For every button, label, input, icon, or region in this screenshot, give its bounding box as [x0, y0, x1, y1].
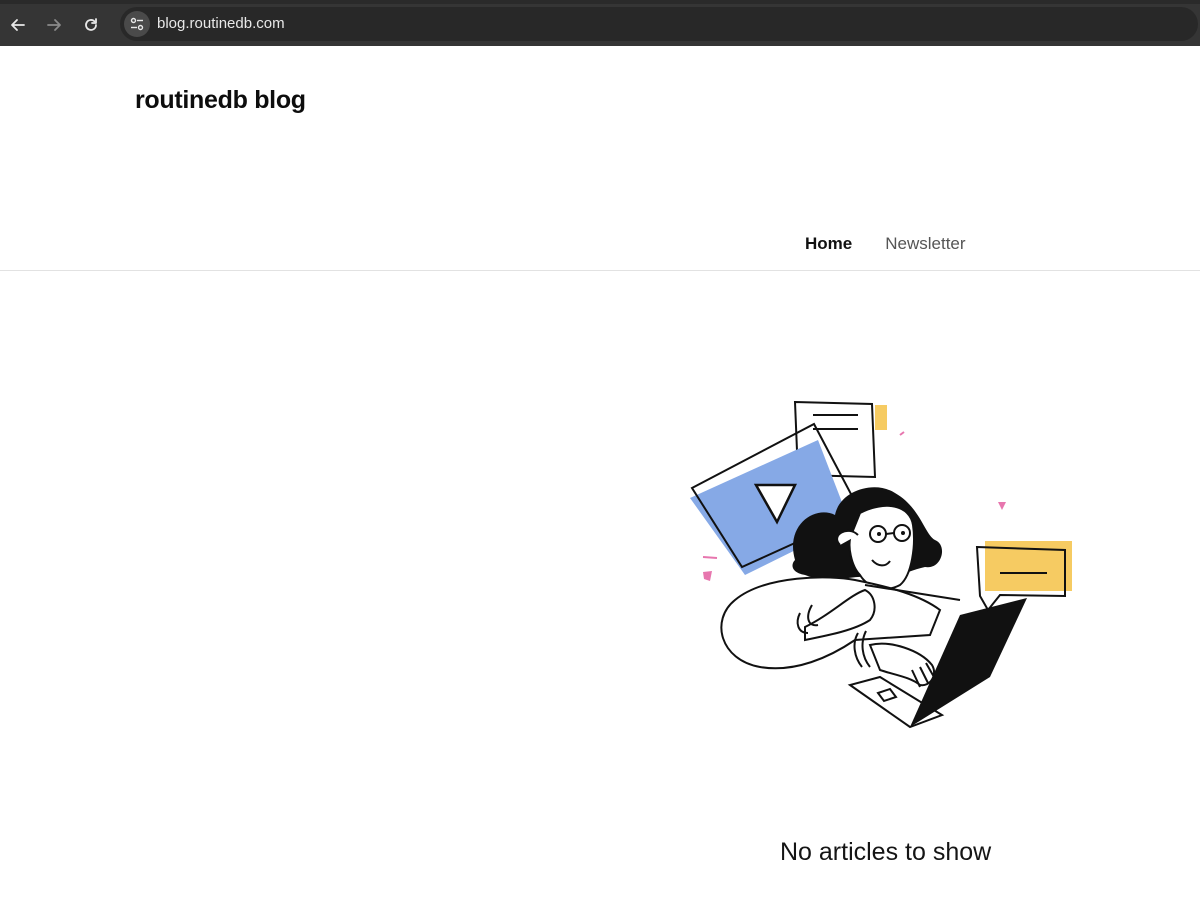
empty-state-message: No articles to show [780, 838, 992, 866]
site-title[interactable]: routinedb blog [135, 86, 306, 115]
browser-toolbar: blog.routinedb.com [0, 0, 1200, 46]
url-text[interactable]: blog.routinedb.com [157, 15, 285, 32]
reload-button[interactable] [78, 12, 104, 38]
forward-button[interactable] [41, 12, 67, 38]
back-button[interactable] [5, 12, 31, 38]
person-with-laptop-illustration [690, 400, 1072, 729]
header-divider [0, 270, 1200, 271]
address-bar[interactable]: blog.routinedb.com [120, 7, 1198, 41]
site-info-button[interactable] [124, 11, 150, 37]
nav-home-link[interactable]: Home [805, 234, 852, 254]
tune-icon [130, 17, 144, 31]
reload-icon [85, 18, 97, 31]
arrow-left-icon [11, 19, 25, 31]
nav-newsletter-link[interactable]: Newsletter [885, 234, 965, 254]
arrow-right-icon [47, 19, 61, 31]
site-nav: Home Newsletter [805, 234, 966, 254]
